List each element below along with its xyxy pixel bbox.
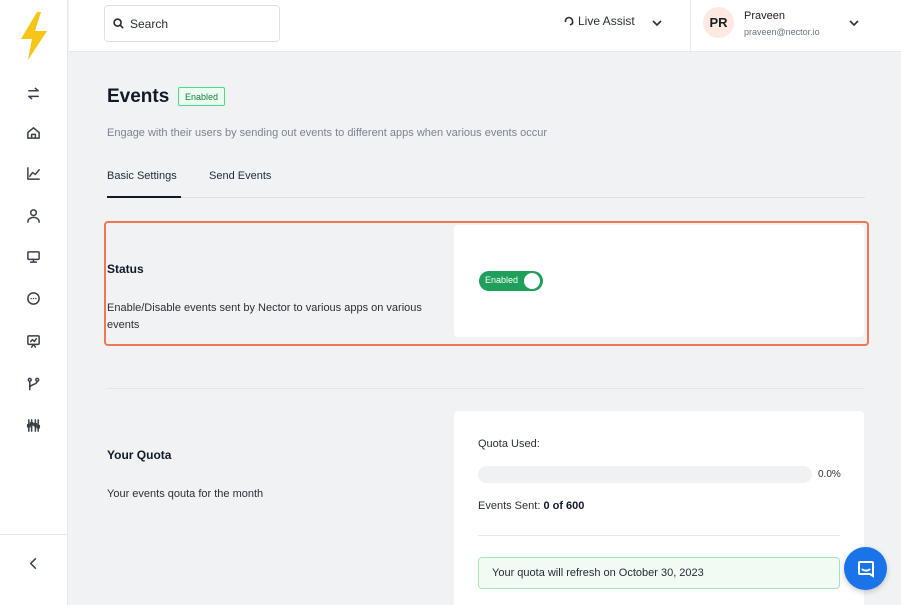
live-assist-button[interactable]: Live Assist (564, 14, 635, 28)
user-icon[interactable] (22, 204, 44, 226)
user-menu-chevron-down-icon[interactable] (848, 17, 860, 29)
events-sent-label: Events Sent: (478, 500, 541, 512)
home-icon[interactable] (22, 121, 44, 143)
quota-divider (478, 535, 840, 536)
toggle-knob (524, 273, 540, 289)
chat-bubble-icon (857, 560, 874, 578)
tab-bar: Basic Settings Send Events (107, 170, 865, 198)
events-sent: Events Sent: 0 of 600 (478, 500, 584, 512)
status-badge: Enabled (178, 87, 226, 106)
quota-used-label: Quota Used: (478, 438, 540, 450)
support-chat-button[interactable] (844, 547, 887, 590)
tab-basic-settings[interactable]: Basic Settings (107, 170, 181, 198)
branch-icon[interactable] (22, 373, 44, 395)
status-title: Status (107, 262, 144, 276)
search-input[interactable] (130, 16, 270, 31)
page-title: Events (107, 86, 170, 107)
avatar[interactable]: PR (703, 7, 734, 38)
quota-title: Your Quota (107, 448, 172, 462)
user-email: praveen@nector.io (744, 27, 820, 37)
status-toggle[interactable]: Enabled (479, 271, 543, 291)
sliders-icon[interactable] (22, 414, 44, 436)
quota-progress-bar (478, 466, 812, 483)
toggle-label: Enabled (485, 275, 519, 285)
page-subtitle: Engage with their users by sending out e… (107, 127, 548, 139)
presentation-icon[interactable] (22, 330, 44, 352)
chat-icon[interactable] (22, 287, 44, 309)
quota-percent: 0.0% (818, 469, 841, 480)
headset-icon (564, 16, 574, 26)
top-header: Live Assist PR Praveen praveen@nector.io (69, 0, 901, 52)
live-assist-label: Live Assist (578, 14, 635, 28)
search-box[interactable] (104, 5, 280, 42)
monitor-icon[interactable] (22, 245, 44, 267)
chevron-left-icon[interactable] (22, 552, 44, 574)
section-divider (107, 388, 865, 389)
sidebar (0, 0, 68, 605)
chart-icon[interactable] (22, 162, 44, 184)
search-icon (113, 18, 124, 29)
status-description: Enable/Disable events sent by Nector to … (107, 302, 422, 331)
lightning-logo-icon[interactable] (19, 12, 49, 60)
sidebar-divider (0, 534, 68, 535)
user-name: Praveen (744, 10, 785, 22)
header-divider (690, 0, 691, 52)
live-assist-chevron-down-icon[interactable] (651, 17, 663, 29)
events-sent-value: 0 of 600 (543, 500, 585, 512)
quota-refresh-note: Your quota will refresh on October 30, 2… (478, 557, 840, 589)
swap-icon[interactable] (22, 82, 44, 104)
tab-send-events[interactable]: Send Events (209, 170, 271, 197)
quota-description: Your events qouta for the month (107, 488, 264, 500)
